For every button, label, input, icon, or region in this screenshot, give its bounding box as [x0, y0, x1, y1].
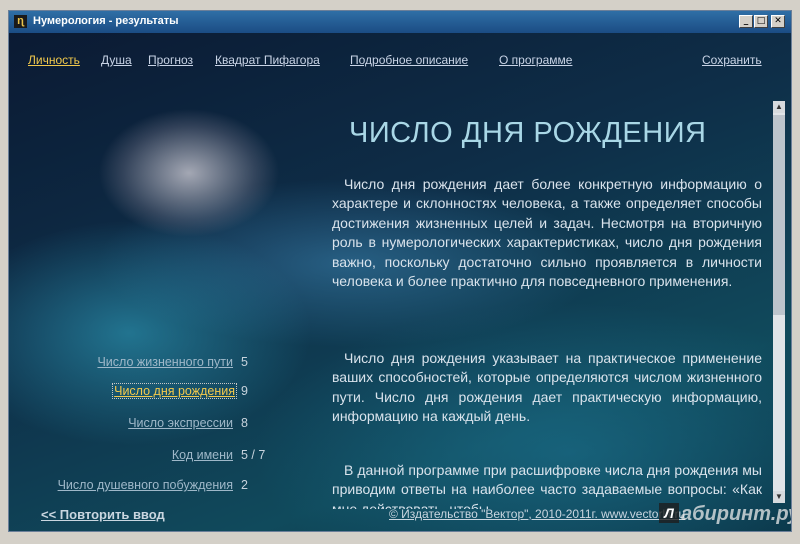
- sidebar-item-name-code[interactable]: Код имени: [172, 448, 233, 462]
- close-button[interactable]: ✕: [771, 15, 785, 28]
- repeat-input-link[interactable]: << Повторить ввод: [41, 507, 165, 522]
- copyright-link[interactable]: © Издательство "Вектор", 2010-2011г. www…: [389, 507, 685, 521]
- scroll-thumb[interactable]: [773, 115, 785, 315]
- nav-item-personality[interactable]: Личность: [28, 53, 80, 67]
- watermark-badge: Л: [659, 503, 679, 523]
- title-bar[interactable]: ɳ Нумерология - результаты _ □ ✕: [9, 11, 791, 33]
- vertical-scrollbar[interactable]: ▲ ▼: [773, 101, 785, 503]
- description-paragraph: В данной программе при расшифровке числа…: [332, 462, 762, 509]
- sidebar-item-soul-urge[interactable]: Число душевного побуждения: [58, 478, 233, 492]
- window-title: Нумерология - результаты: [33, 15, 179, 27]
- minimize-button[interactable]: _: [739, 15, 753, 28]
- nav-item-soul[interactable]: Душа: [101, 53, 132, 67]
- nav-item-forecast[interactable]: Прогноз: [148, 53, 193, 67]
- sidebar-value-name-code: 5 / 7: [241, 448, 266, 462]
- labirint-watermark: Лабиринт.ру: [659, 503, 791, 526]
- maximize-button[interactable]: □: [754, 15, 768, 28]
- sidebar-value-soul-urge: 2: [241, 478, 248, 492]
- scroll-down-icon[interactable]: ▼: [773, 491, 785, 503]
- save-link[interactable]: Сохранить: [702, 53, 762, 67]
- sidebar-item-expression[interactable]: Число экспрессии: [128, 416, 233, 430]
- content-area: Личность Душа Прогноз Квадрат Пифагора П…: [9, 33, 791, 531]
- page-title: ЧИСЛО ДНЯ РОЖДЕНИЯ: [349, 117, 707, 149]
- nav-item-detailed-description[interactable]: Подробное описание: [350, 53, 468, 67]
- numerology-app-icon: ɳ: [14, 15, 27, 28]
- nav-item-about[interactable]: О программе: [499, 53, 572, 67]
- sidebar-item-life-path[interactable]: Число жизненного пути: [97, 355, 233, 369]
- scroll-up-icon[interactable]: ▲: [773, 101, 785, 113]
- nav-item-pythagoras-square[interactable]: Квадрат Пифагора: [215, 53, 320, 67]
- sidebar-value-expression: 8: [241, 416, 248, 430]
- description-paragraph: Число дня рождения указывает на практиче…: [332, 350, 762, 425]
- sidebar-value-life-path: 5: [241, 355, 248, 369]
- sidebar-item-birthday[interactable]: Число дня рождения: [112, 383, 237, 399]
- sidebar-value-birthday: 9: [241, 384, 248, 398]
- app-window: ɳ Нумерология - результаты _ □ ✕ Личност…: [8, 10, 792, 532]
- description-paragraph: Число дня рождения дает более конкретную…: [332, 176, 762, 290]
- watermark-text: абиринт.ру: [681, 503, 791, 525]
